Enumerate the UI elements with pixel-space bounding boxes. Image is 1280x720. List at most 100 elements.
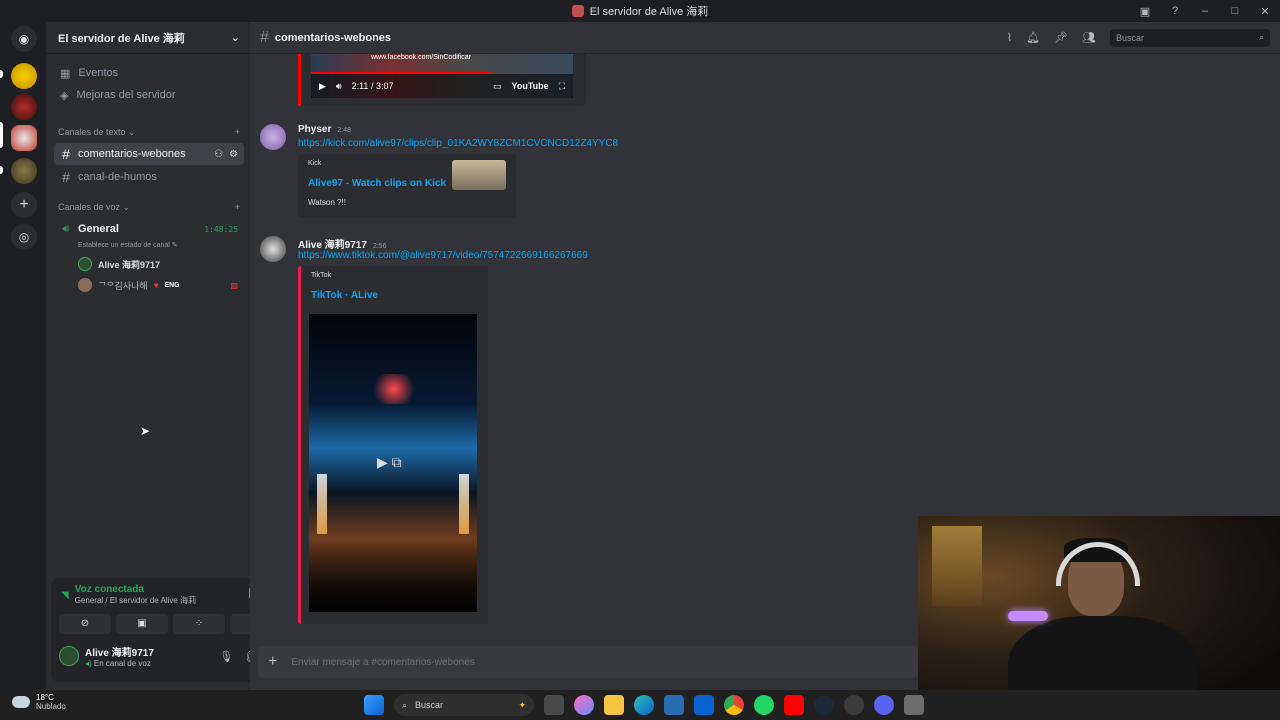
embed-thumbnail[interactable] (452, 160, 506, 190)
server-indicator (0, 166, 3, 174)
avatar[interactable] (260, 236, 286, 262)
bell-icon[interactable]: 🔔︎ (1026, 31, 1040, 44)
discord-icon[interactable] (874, 695, 894, 715)
store-icon[interactable] (664, 695, 684, 715)
server-icon-2[interactable] (11, 94, 37, 120)
server-rail: ◉ + ◎ (0, 22, 46, 690)
video-thumbnail[interactable]: www.facebook.com/SinCodificar ▶ 🔊︎ 2:11 … (311, 54, 573, 98)
message-link[interactable]: https://kick.com/alive97/clips/clip_01KA… (298, 138, 618, 149)
members-icon[interactable]: 👥︎ (1082, 31, 1096, 44)
message-author[interactable]: Physer 2:48 (298, 124, 351, 135)
threads-icon[interactable]: ⌇ (1007, 31, 1012, 44)
hash-icon: # (62, 169, 70, 185)
channel-label: canal-de-humos (78, 171, 157, 183)
voice-user[interactable]: Alive 海莉9717 (46, 253, 250, 275)
category-text-channels[interactable]: Canales de texto ⌄ + (46, 122, 250, 142)
youtube-logo[interactable]: YouTube (512, 81, 549, 91)
channel-title: comentarios-webones (274, 31, 392, 44)
windows-start-icon[interactable] (364, 695, 384, 715)
window-title-text: El servidor de Alive 海莉 (589, 6, 709, 18)
embed-title[interactable]: TikTok · ALive (311, 290, 378, 301)
camera-off-button[interactable]: ⊘ (59, 614, 111, 634)
fullscreen-icon[interactable]: ⛶ (559, 81, 565, 92)
embed-title[interactable]: Alive97 - Watch clips on Kick (308, 178, 446, 189)
video-time: 2:11 / 3:07 (351, 81, 394, 91)
window-controls: ▣ ? – □ ✕ (1130, 0, 1280, 22)
voice-user[interactable]: ᄀᄋ김사나해 ♥ ENG ▨ (46, 275, 250, 295)
add-attachment-icon[interactable]: + (268, 653, 277, 671)
message: Alive 海莉9717 2:56 https://www.tiktok.com/… (260, 236, 860, 636)
video-thumbnail[interactable]: ▶ ⧉ (309, 314, 477, 612)
voice-channel-general[interactable]: 🔊︎ General 1:48:25 (54, 218, 244, 240)
server-icon (571, 5, 584, 17)
task-view-icon[interactable] (544, 695, 564, 715)
message-composer[interactable]: + Enviar mensaje a #comentarios-webones (258, 646, 918, 678)
activities-button[interactable]: ⁘ (173, 614, 225, 634)
avatar[interactable] (260, 124, 286, 150)
window-title: El servidor de Alive 海莉 (571, 3, 709, 19)
webcam-window (932, 526, 982, 606)
server-icon-active[interactable] (11, 125, 37, 151)
calculator-icon[interactable] (904, 695, 924, 715)
close-button[interactable]: ✕ (1250, 5, 1280, 18)
taskbar-search[interactable]: ⌕ Buscar ✦ (394, 694, 534, 716)
voice-status: Voz conectada (74, 584, 144, 595)
video-progress[interactable] (311, 72, 491, 74)
help-icon[interactable]: ? (1160, 5, 1190, 17)
channel-canal-de-humos[interactable]: # canal-de-humos (54, 166, 244, 188)
microphone-icon[interactable]: 🎙︎ (219, 650, 233, 663)
invite-icon[interactable]: ⚇ (214, 149, 223, 160)
copilot-icon[interactable] (574, 695, 594, 715)
channel-status-hint[interactable]: Establece un estado de canal ✎ (46, 241, 250, 253)
category-voice-channels[interactable]: Canales de voz ⌄ + (46, 197, 250, 217)
category-label: Canales de texto (58, 126, 126, 137)
server-header[interactable]: El servidor de Alive 海莉 ⌄ (46, 22, 250, 54)
microphone-light (1008, 611, 1048, 621)
obs-icon[interactable] (844, 695, 864, 715)
gear-icon[interactable]: ⚙ (229, 149, 238, 160)
weather-widget[interactable]: 18°C Nublado (12, 693, 66, 711)
play-icon[interactable]: ▶ (319, 81, 326, 92)
avatar[interactable] (59, 646, 79, 666)
inbox-icon[interactable]: ▣ (1130, 5, 1160, 18)
youtube-icon[interactable] (784, 695, 804, 715)
sidebar-item-events[interactable]: ▦ Eventos (46, 62, 250, 84)
server-icon-4[interactable] (11, 158, 37, 184)
message-author[interactable]: Alive 海莉9717 2:56 (298, 236, 387, 251)
edge-icon[interactable] (634, 695, 654, 715)
screen-share-button[interactable]: ▣ (116, 614, 168, 634)
server-icon-1[interactable] (11, 63, 37, 89)
chrome-icon[interactable] (724, 695, 744, 715)
voice-location[interactable]: General / El servidor de Alive 海莉 (75, 595, 196, 606)
channel-comentarios-webones[interactable]: # comentarios-webones ⚇ ⚙ (54, 143, 244, 165)
maximize-button[interactable]: □ (1220, 5, 1250, 17)
pin-icon[interactable]: 📌︎ (1054, 31, 1068, 44)
whatsapp-icon[interactable] (754, 695, 774, 715)
search-input[interactable]: Buscar ⌕ (1110, 28, 1270, 47)
outlook-icon[interactable] (694, 695, 714, 715)
file-explorer-icon[interactable] (604, 695, 624, 715)
cloud-icon (12, 696, 30, 708)
taskbar-search-label: Buscar (415, 700, 444, 710)
add-server-icon[interactable]: + (11, 192, 37, 218)
message-time: 2:48 (337, 127, 351, 134)
avatar (78, 257, 92, 271)
add-channel-icon[interactable]: + (235, 127, 240, 137)
add-channel-icon[interactable]: + (235, 202, 240, 212)
play-icon[interactable]: ▶ ⧉ (377, 454, 402, 471)
sidebar-item-label: Mejoras del servidor (76, 89, 176, 101)
discord-home-icon[interactable]: ◉ (11, 26, 37, 52)
message-link[interactable]: https://www.tiktok.com/@alive9717/video/… (298, 250, 588, 261)
discover-icon[interactable]: ◎ (11, 224, 37, 250)
steam-icon[interactable] (814, 695, 834, 715)
heart-icon: ♥ (153, 280, 159, 290)
search-placeholder: Buscar (1116, 32, 1145, 43)
sidebar-item-boosts[interactable]: ◈ Mejoras del servidor (46, 84, 250, 106)
stage-light (369, 374, 419, 404)
captions-icon[interactable]: ▭ (493, 81, 502, 92)
minimize-button[interactable]: – (1190, 5, 1220, 17)
volume-icon[interactable]: 🔊︎ (336, 81, 342, 92)
server-indicator (0, 70, 3, 78)
weather-temp: 18°C (36, 693, 54, 702)
status-hint-text: Establece un estado de canal (78, 242, 170, 249)
